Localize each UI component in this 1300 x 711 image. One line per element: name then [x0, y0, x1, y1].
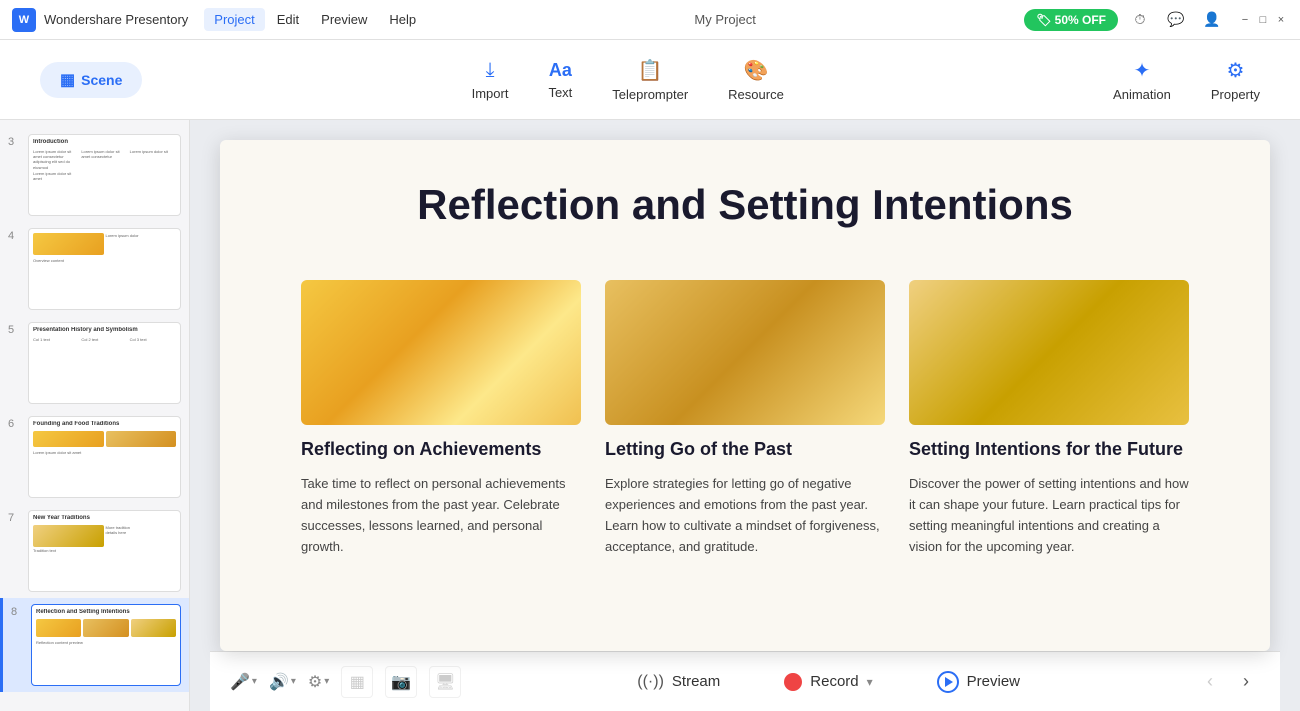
teleprompter-icon: 📋 — [638, 58, 663, 83]
slide-thumb-8: Reflection and Setting Intentions Reflec… — [31, 604, 181, 686]
toolbar-property[interactable]: ⚙ Property — [1211, 58, 1260, 102]
slide-thumb-7: New Year Traditions Tradition text More … — [28, 510, 181, 592]
text-icon: Aa — [549, 60, 572, 81]
card-title-1: Reflecting on Achievements — [301, 439, 581, 460]
bottom-right-controls: ‹ › — [1196, 668, 1260, 696]
bottom-bar: 🎤 ▾ 🔊 ▾ ⚙ ▾ ▦ 📷 🖥 ((·)) Stream — [210, 651, 1280, 711]
screen-button[interactable]: 🖥 — [429, 666, 461, 698]
title-bar: W Wondershare Presentory Project Edit Pr… — [0, 0, 1300, 40]
toolbar-center: ⤓ Import Aa Text 📋 Teleprompter 🎨 Resour… — [472, 58, 784, 102]
project-title: My Project — [434, 12, 1016, 27]
timer-icon[interactable]: ⏱ — [1126, 6, 1154, 34]
record-dot-icon — [784, 673, 802, 691]
toolbar: ▦ Scene ⤓ Import Aa Text 📋 Teleprompter … — [0, 40, 1300, 120]
slide-card-2: Letting Go of the Past Explore strategie… — [605, 280, 885, 557]
slide-item-7[interactable]: 7 New Year Traditions Tradition text Mor… — [0, 504, 189, 598]
property-icon: ⚙ — [1226, 58, 1244, 83]
slide-item-8[interactable]: 8 Reflection and Setting Intentions Refl… — [0, 598, 189, 692]
menu-project[interactable]: Project — [204, 8, 264, 31]
preview-action[interactable]: Preview — [921, 665, 1036, 699]
toolbar-text[interactable]: Aa Text — [548, 60, 572, 100]
preview-play-icon — [945, 677, 953, 687]
menu-edit[interactable]: Edit — [267, 8, 309, 31]
card-image-2 — [605, 280, 885, 425]
slide-thumb-5: Presentation History and Symbolism Col 1… — [28, 322, 181, 404]
card-desc-3: Discover the power of setting intentions… — [909, 474, 1189, 557]
bottom-left-controls: 🎤 ▾ 🔊 ▾ ⚙ ▾ ▦ 📷 🖥 — [230, 666, 461, 698]
card-title-2: Letting Go of the Past — [605, 439, 885, 460]
toolbar-resource[interactable]: 🎨 Resource — [728, 58, 784, 102]
record-action[interactable]: Record ▾ — [768, 667, 888, 697]
slide-thumb-3: Introduction Lorem ipsum dolor sit amet … — [28, 134, 181, 216]
mic-control: 🎤 ▾ — [230, 672, 257, 692]
stream-icon: ((·)) — [637, 673, 664, 691]
slide-card-3: Setting Intentions for the Future Discov… — [909, 280, 1189, 557]
menu-help[interactable]: Help — [379, 8, 426, 31]
slide-canvas: Reflection and Setting Intentions Reflec… — [220, 140, 1270, 651]
volume-dropdown-arrow[interactable]: ▾ — [291, 676, 296, 687]
slide-main-title: Reflection and Setting Intentions — [280, 180, 1210, 230]
app-logo: W — [12, 8, 36, 32]
animation-icon: ✦ — [1134, 58, 1151, 83]
menu-preview[interactable]: Preview — [311, 8, 377, 31]
import-icon: ⤓ — [486, 59, 495, 82]
slide-thumb-6: Founding and Food Traditions Lorem ipsum… — [28, 416, 181, 498]
settings-icon[interactable]: ⚙ — [308, 672, 322, 692]
title-actions: 🏷 50% OFF ⏱ 💬 👤 − □ × — [1024, 6, 1288, 34]
window-controls: − □ × — [1238, 13, 1288, 27]
bottom-center-controls: ((·)) Stream Record ▾ Preview — [621, 665, 1036, 699]
chat-icon[interactable]: 💬 — [1162, 6, 1190, 34]
slide-item-5[interactable]: 5 Presentation History and Symbolism Col… — [0, 316, 189, 410]
mic-dropdown-arrow[interactable]: ▾ — [252, 676, 257, 687]
scene-icon: ▦ — [60, 70, 75, 90]
card-desc-2: Explore strategies for letting go of neg… — [605, 474, 885, 557]
prev-slide-button: ‹ — [1196, 668, 1224, 696]
slide-cards: Reflecting on Achievements Take time to … — [280, 280, 1210, 557]
next-slide-button[interactable]: › — [1232, 668, 1260, 696]
scene-button[interactable]: ▦ Scene — [40, 62, 142, 98]
toolbar-import[interactable]: ⤓ Import — [472, 59, 509, 101]
promo-button[interactable]: 🏷 50% OFF — [1024, 9, 1118, 31]
slide-item-3[interactable]: 3 Introduction Lorem ipsum dolor sit ame… — [0, 128, 189, 222]
volume-icon[interactable]: 🔊 — [269, 672, 289, 692]
stream-action[interactable]: ((·)) Stream — [621, 667, 736, 697]
toolbar-animation[interactable]: ✦ Animation — [1113, 58, 1171, 102]
slide-card-1: Reflecting on Achievements Take time to … — [301, 280, 581, 557]
card-image-1 — [301, 280, 581, 425]
slide-item-4[interactable]: 4 Overview content Lorem ipsum dolor — [0, 222, 189, 316]
preview-circle-icon — [937, 671, 959, 693]
settings-control: ⚙ ▾ — [308, 672, 329, 692]
settings-dropdown-arrow[interactable]: ▾ — [324, 676, 329, 687]
slide-thumb-4: Overview content Lorem ipsum dolor — [28, 228, 181, 310]
maximize-button[interactable]: □ — [1256, 13, 1270, 27]
close-button[interactable]: × — [1274, 13, 1288, 27]
mic-icon[interactable]: 🎤 — [230, 672, 250, 692]
layout-button: ▦ — [341, 666, 373, 698]
resource-icon: 🎨 — [744, 58, 769, 83]
canvas-area: Reflection and Setting Intentions Reflec… — [190, 120, 1300, 711]
camera-button[interactable]: 📷 — [385, 666, 417, 698]
toolbar-right: ✦ Animation ⚙ Property — [1113, 58, 1260, 102]
user-icon[interactable]: 👤 — [1198, 6, 1226, 34]
main-layout: 3 Introduction Lorem ipsum dolor sit ame… — [0, 120, 1300, 711]
toolbar-teleprompter[interactable]: 📋 Teleprompter — [612, 58, 688, 102]
volume-control: 🔊 ▾ — [269, 672, 296, 692]
card-title-3: Setting Intentions for the Future — [909, 439, 1189, 460]
slide-item-6[interactable]: 6 Founding and Food Traditions Lorem ips… — [0, 410, 189, 504]
toolbar-left: ▦ Scene — [40, 62, 142, 98]
slide-panel: 3 Introduction Lorem ipsum dolor sit ame… — [0, 120, 190, 711]
minimize-button[interactable]: − — [1238, 13, 1252, 27]
card-desc-1: Take time to reflect on personal achieve… — [301, 474, 581, 557]
record-dropdown-arrow[interactable]: ▾ — [867, 675, 873, 689]
menu-bar: Project Edit Preview Help — [204, 8, 426, 31]
app-name: Wondershare Presentory — [44, 12, 188, 27]
card-image-3 — [909, 280, 1189, 425]
